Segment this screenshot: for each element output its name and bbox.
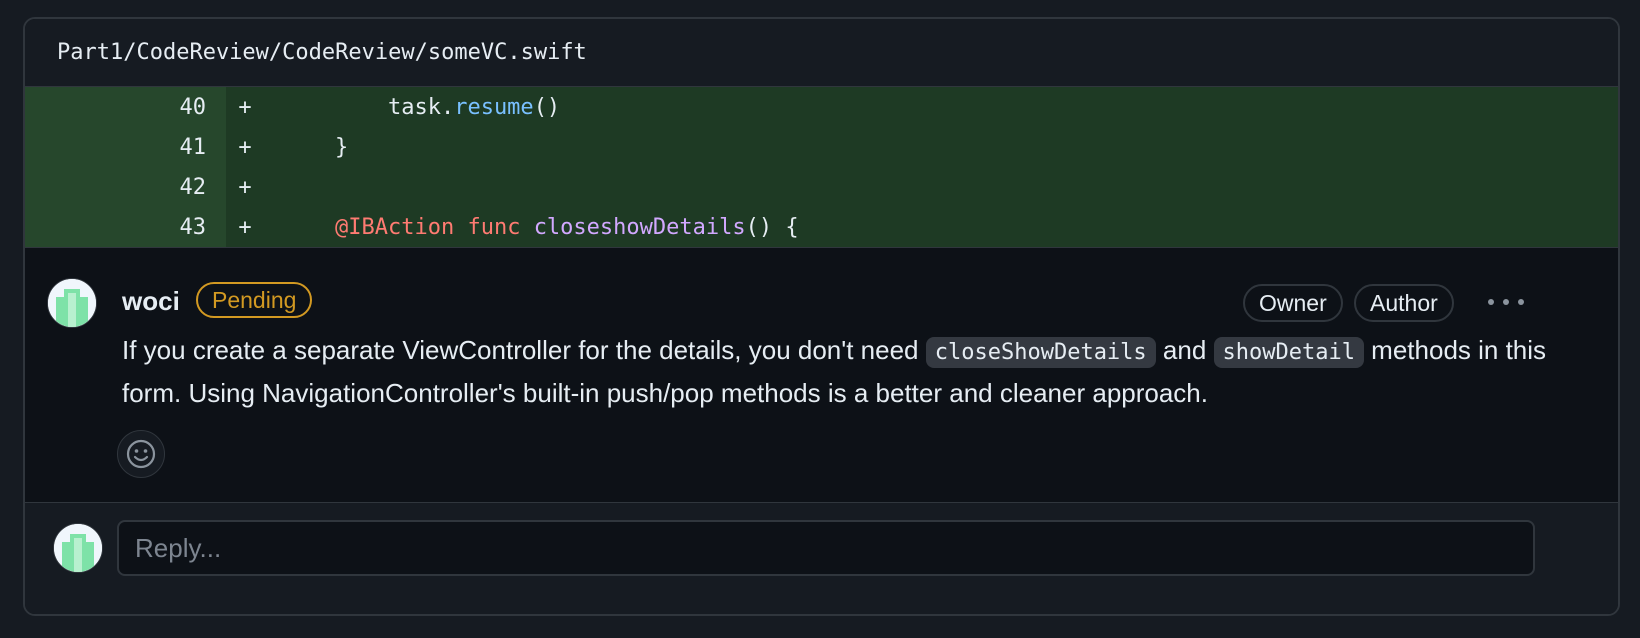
add-reaction-button[interactable] <box>117 430 165 478</box>
code-token: closeshowDetails <box>533 214 746 240</box>
inline-code: closeShowDetails <box>925 337 1156 368</box>
kebab-horizontal-icon[interactable] <box>1488 296 1524 308</box>
code-token: } <box>334 134 349 160</box>
diff-line[interactable]: 41 + } <box>25 127 1618 167</box>
review-comment: woci Pending Owner Author If you create … <box>25 247 1618 518</box>
inline-code: showDetail <box>1213 337 1364 368</box>
diff-sign: + <box>238 94 252 120</box>
author-badge: Author <box>1354 284 1454 322</box>
diff-line[interactable]: 43 + @IBAction func closeshowDetails() { <box>25 207 1618 247</box>
diff-sign: + <box>238 174 252 200</box>
owner-badge: Owner <box>1243 284 1343 322</box>
code-content: task.resume() <box>264 95 560 120</box>
comment-text: and <box>1155 335 1214 365</box>
current-user-avatar <box>53 523 103 573</box>
line-number[interactable]: 40 <box>25 87 226 127</box>
reply-area <box>25 502 1618 614</box>
review-thread-card: Part1/CodeReview/CodeReview/someVC.swift… <box>23 17 1620 616</box>
code-token: task. <box>387 94 455 120</box>
comment-text: If you create a separate ViewController … <box>122 335 926 365</box>
line-number[interactable]: 43 <box>25 207 226 247</box>
comment-author[interactable]: woci <box>122 286 180 317</box>
code-token: @IBAction <box>334 214 455 240</box>
smiley-icon <box>126 439 156 469</box>
diff-line[interactable]: 40 + task.resume() <box>25 87 1618 127</box>
code-content: @IBAction func closeshowDetails() { <box>264 215 799 240</box>
code-content: } <box>264 135 348 160</box>
author-avatar[interactable] <box>47 278 97 328</box>
comment-body: If you create a separate ViewController … <box>122 330 1562 413</box>
diff-hunk: 40 + task.resume() 41 + } 42 +43 + @IBAction f… <box>25 87 1618 247</box>
diff-line[interactable]: 42 + <box>25 167 1618 207</box>
file-path-header[interactable]: Part1/CodeReview/CodeReview/someVC.swift <box>25 19 1618 87</box>
file-path[interactable]: Part1/CodeReview/CodeReview/someVC.swift <box>57 40 587 65</box>
line-number[interactable]: 42 <box>25 167 226 207</box>
reply-input[interactable] <box>117 520 1535 576</box>
diff-sign: + <box>238 134 252 160</box>
pending-badge: Pending <box>196 282 313 318</box>
line-number[interactable]: 41 <box>25 127 226 167</box>
code-token: () <box>533 94 561 120</box>
diff-sign: + <box>238 214 252 240</box>
code-token: resume <box>454 94 534 120</box>
code-token: func <box>467 214 521 240</box>
code-token: () { <box>745 214 799 240</box>
